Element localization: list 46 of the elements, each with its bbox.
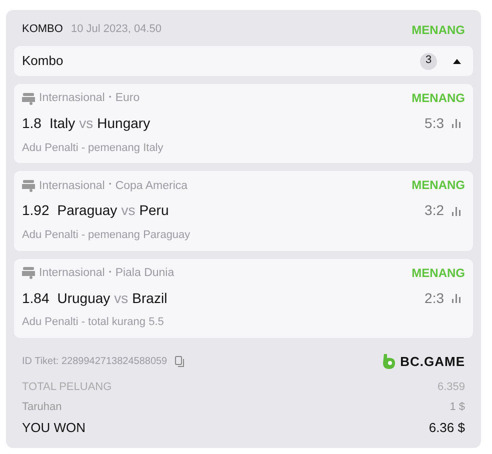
status-label: MENANG [412,266,465,280]
stats-icon[interactable] [452,119,461,128]
odds-value: 1.8 [22,115,42,132]
stats-icon[interactable] [452,294,461,303]
tournament-name: Copa America [115,178,188,193]
stats-icon[interactable] [452,206,461,216]
total-label: TOTAL PELUANG [22,381,112,395]
team-name: Peru [139,202,169,220]
copy-icon[interactable] [175,356,186,368]
total-value: 6.359 [437,381,465,395]
league-name: Internasional [39,266,105,280]
league-name: Internasional [39,91,105,106]
team-name: Hungary [97,115,150,132]
total-value: 6.36 $ [428,420,465,436]
brand-name: BC.GAME [400,354,465,370]
team-name: Brazil [132,290,168,307]
odds-value: 1.84 [22,290,50,307]
league-name: Internasional [39,178,105,193]
versus-label: vs [114,290,128,307]
total-label: Taruhan [22,401,62,415]
logo-icon [382,354,396,370]
total-value: 1 $ [450,401,465,415]
market-text: Adu Penalti - pemenang Italy [22,142,164,156]
team-name: Italy [49,115,76,132]
total-label: YOU WON [22,420,86,436]
score-text: 5:3 [424,115,444,132]
market-text: Adu Penalti - pemenang Paraguay [22,228,192,242]
status-label: MENANG [412,91,465,106]
combo-header[interactable]: Kombo 3 [14,46,473,76]
market-text: Adu Penalti - total kurang 5.5 [22,316,165,330]
odds-value: 1.92 [22,202,50,220]
status-label: MENANG [412,22,465,38]
ticket-id: ID Tiket: 2289942713824588059 [22,356,168,368]
combo-title: Kombo [22,52,64,70]
score-text: 2:3 [424,290,444,307]
bet-date: 10 Jul 2023, 04.50 [70,23,162,37]
team-name: Paraguay [57,202,118,220]
count-badge: 3 [420,52,437,70]
versus-label: vs [79,115,94,132]
bet-type: KOMBO [22,23,63,37]
score-text: 3:2 [424,202,444,220]
tournament-name: Euro [115,91,140,106]
team-name: Uruguay [57,290,110,307]
status-label: MENANG [412,178,465,194]
versus-label: vs [121,202,136,220]
tournament-name: Piala Dunia [115,266,174,280]
